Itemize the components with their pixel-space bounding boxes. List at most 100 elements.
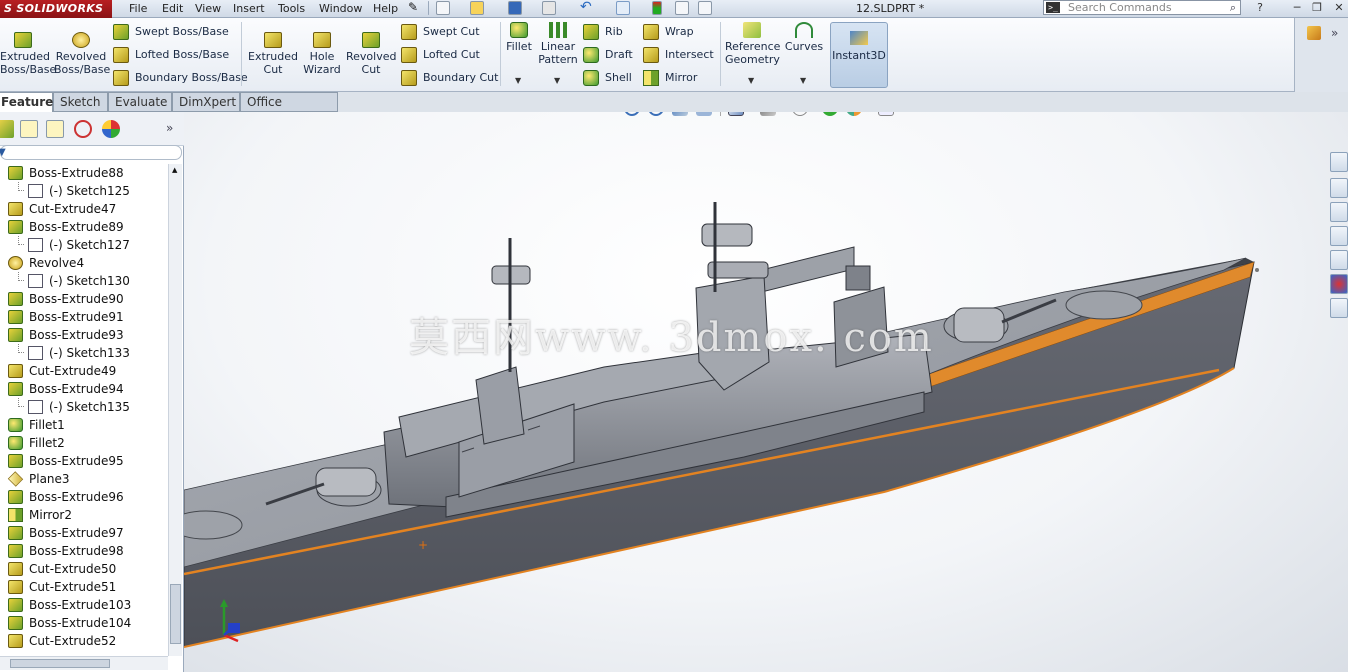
- graphics-area[interactable]: 莫西网www. 3dmox. com + ▼ ▼ ▼ ▼ ▼ ─ ❐ ✕: [184, 112, 1348, 672]
- tree-item-plane[interactable]: Plane3: [0, 470, 168, 488]
- tab-features[interactable]: Features: [0, 92, 60, 112]
- draft-button[interactable]: Draft: [583, 45, 633, 65]
- tree-item-cut[interactable]: Cut-Extrude50: [0, 560, 168, 578]
- tree-horizontal-scrollbar[interactable]: [0, 656, 168, 670]
- configuration-manager-icon[interactable]: [46, 120, 64, 138]
- tree-item-boss[interactable]: Boss-Extrude103: [0, 596, 168, 614]
- intersect-button[interactable]: Intersect: [643, 45, 714, 65]
- overflow-chevron-icon[interactable]: »: [1331, 26, 1338, 40]
- solidworks-resources-icon[interactable]: [1330, 152, 1348, 172]
- feature-filter-input[interactable]: ▼: [0, 145, 182, 160]
- save-icon[interactable]: [508, 1, 522, 15]
- feature-tree-icon[interactable]: [0, 120, 14, 138]
- tree-item-boss[interactable]: Boss-Extrude94: [0, 380, 168, 398]
- reference-geometry-button[interactable]: Reference Geometry: [725, 22, 780, 66]
- new-document-icon[interactable]: [436, 1, 450, 15]
- fillet-button[interactable]: Fillet: [504, 22, 534, 53]
- menu-window[interactable]: Window: [319, 0, 362, 18]
- design-library-icon[interactable]: [1330, 178, 1348, 198]
- menu-help[interactable]: Help: [373, 0, 398, 18]
- view-settings-icon[interactable]: [878, 112, 894, 116]
- extruded-cut-button[interactable]: Extruded Cut: [248, 32, 298, 76]
- open-folder-icon[interactable]: [470, 1, 484, 15]
- tab-dimxpert[interactable]: DimXpert: [172, 92, 240, 112]
- tree-item-revolve[interactable]: Revolve4: [0, 254, 168, 272]
- tree-item-boss[interactable]: Boss-Extrude97: [0, 524, 168, 542]
- lofted-boss-button[interactable]: Lofted Boss/Base: [113, 45, 229, 65]
- customize-icon[interactable]: [1307, 26, 1321, 40]
- display-manager-icon[interactable]: [102, 120, 120, 138]
- select-pointer-icon[interactable]: [616, 1, 630, 15]
- property-manager-icon[interactable]: [20, 120, 38, 138]
- tree-item-boss[interactable]: Boss-Extrude96: [0, 488, 168, 506]
- tree-hscroll-thumb[interactable]: [10, 659, 110, 668]
- expand-panel-chevron-icon[interactable]: »: [166, 121, 173, 135]
- tree-item-cut[interactable]: Cut-Extrude51: [0, 578, 168, 596]
- tree-item-sketch[interactable]: (-) Sketch130: [0, 272, 168, 290]
- tree-item-boss[interactable]: Boss-Extrude89: [0, 218, 168, 236]
- search-folder-icon[interactable]: [1330, 226, 1348, 246]
- wrap-button[interactable]: Wrap: [643, 22, 694, 42]
- tree-item-cut[interactable]: Cut-Extrude47: [0, 200, 168, 218]
- tree-item-sketch[interactable]: (-) Sketch135: [0, 398, 168, 416]
- print-icon[interactable]: [542, 1, 556, 15]
- tree-item-cut[interactable]: Cut-Extrude49: [0, 362, 168, 380]
- search-icon[interactable]: ⌕: [1230, 1, 1236, 14]
- help-icon[interactable]: ?: [1253, 1, 1267, 15]
- restore-icon[interactable]: ❐: [1310, 1, 1324, 15]
- tree-item-cut[interactable]: Cut-Extrude52: [0, 632, 168, 650]
- tree-item-boss[interactable]: Boss-Extrude93: [0, 326, 168, 344]
- close-icon[interactable]: ✕: [1332, 1, 1346, 15]
- view-orientation-icon[interactable]: [728, 112, 744, 116]
- boundary-boss-button[interactable]: Boundary Boss/Base: [113, 68, 248, 88]
- tree-item-fillet[interactable]: Fillet1: [0, 416, 168, 434]
- mirror-button[interactable]: Mirror: [643, 68, 697, 88]
- rebuild-icon[interactable]: [652, 1, 662, 15]
- file-explorer-icon[interactable]: [1330, 202, 1348, 222]
- custom-properties-icon[interactable]: [1330, 298, 1348, 318]
- undo-icon[interactable]: ↶: [580, 0, 594, 15]
- tree-scroll-thumb[interactable]: [170, 584, 181, 644]
- tree-item-boss[interactable]: Boss-Extrude95: [0, 452, 168, 470]
- linear-pattern-button[interactable]: Linear Pattern: [536, 22, 580, 66]
- tree-item-boss[interactable]: Boss-Extrude104: [0, 614, 168, 632]
- extruded-boss-button[interactable]: Extruded Boss/Base: [0, 32, 56, 76]
- solidworks-logo[interactable]: S SOLIDWORKS: [0, 0, 112, 18]
- swept-cut-button[interactable]: Swept Cut: [401, 22, 480, 42]
- pattern-dropdown-icon[interactable]: ▼: [554, 76, 560, 85]
- tab-sketch[interactable]: Sketch: [53, 92, 108, 112]
- appearances-icon[interactable]: [1330, 274, 1348, 294]
- tab-office-products[interactable]: Office Products: [240, 92, 338, 128]
- search-input[interactable]: Search Commands: [1068, 1, 1172, 14]
- reference-geometry-dropdown-icon[interactable]: ▼: [748, 76, 754, 85]
- curves-dropdown-icon[interactable]: ▼: [800, 76, 806, 85]
- display-style-icon[interactable]: [760, 112, 776, 116]
- revolved-cut-button[interactable]: Revolved Cut: [346, 32, 396, 76]
- tab-evaluate[interactable]: Evaluate: [108, 92, 172, 112]
- search-commands-box[interactable]: >_ Search Commands ⌕: [1043, 0, 1241, 15]
- menu-tools[interactable]: Tools: [278, 0, 305, 18]
- file-properties-icon[interactable]: [675, 1, 689, 15]
- tree-item-sketch[interactable]: (-) Sketch127: [0, 236, 168, 254]
- options-icon[interactable]: [698, 1, 712, 15]
- swept-boss-button[interactable]: Swept Boss/Base: [113, 22, 229, 42]
- tree-vertical-scrollbar[interactable]: ▲: [168, 164, 182, 656]
- menu-edit[interactable]: Edit: [162, 0, 183, 18]
- revolved-boss-button[interactable]: Revolved Boss/Base: [54, 32, 110, 76]
- tree-item-boss[interactable]: Boss-Extrude88: [0, 164, 168, 182]
- previous-view-icon[interactable]: [672, 112, 688, 116]
- boundary-cut-button[interactable]: Boundary Cut: [401, 68, 498, 88]
- lofted-cut-button[interactable]: Lofted Cut: [401, 45, 480, 65]
- menu-view[interactable]: View: [195, 0, 221, 18]
- tree-item-mirror[interactable]: Mirror2: [0, 506, 168, 524]
- shell-button[interactable]: Shell: [583, 68, 632, 88]
- menu-insert[interactable]: Insert: [233, 0, 265, 18]
- pin-icon[interactable]: ✎: [408, 1, 422, 15]
- section-view-icon[interactable]: [696, 112, 712, 116]
- curves-button[interactable]: Curves: [784, 22, 824, 53]
- instant3d-button[interactable]: Instant3D: [830, 22, 888, 88]
- warship-3d-model[interactable]: [184, 112, 1348, 672]
- fillet-dropdown-icon[interactable]: ▼: [515, 76, 521, 85]
- rib-button[interactable]: Rib: [583, 22, 623, 42]
- minimize-icon[interactable]: ─: [1290, 1, 1304, 15]
